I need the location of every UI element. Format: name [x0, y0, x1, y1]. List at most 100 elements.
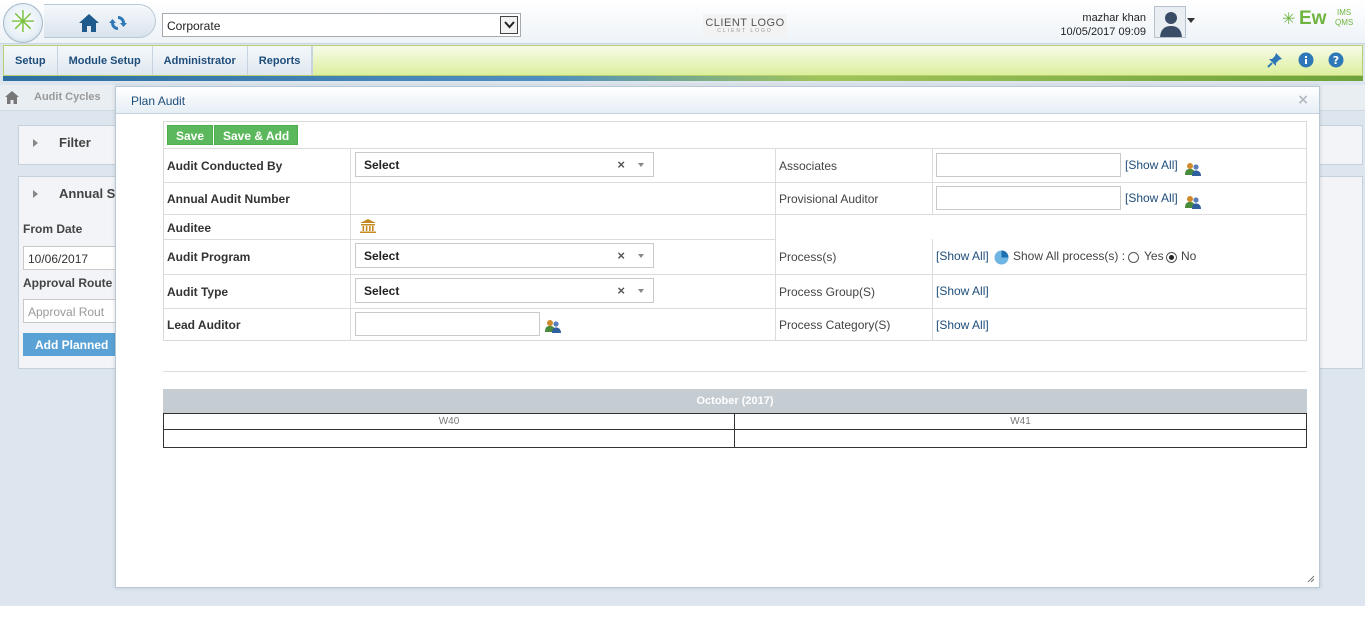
- associates-show-all-link[interactable]: [Show All]: [1125, 158, 1178, 172]
- plan-audit-form: Save Save & Add Audit Conducted By Selec…: [163, 121, 1307, 341]
- annual-schedule-title: Annual Sc: [59, 186, 123, 201]
- clear-icon[interactable]: ×: [617, 283, 625, 298]
- audit-conducted-by-label: Audit Conducted By: [167, 159, 283, 173]
- help-icon[interactable]: ?: [1328, 52, 1344, 68]
- svg-text:?: ?: [1333, 54, 1339, 67]
- column-divider: [932, 239, 933, 340]
- user-silhouette-icon: [1160, 12, 1182, 37]
- avatar[interactable]: [1154, 6, 1186, 38]
- process-category-show-all-link[interactable]: [Show All]: [936, 318, 989, 332]
- calendar-month-header: October (2017): [163, 389, 1307, 413]
- client-logo: CLIENT LOGO CLIENT LOGO: [703, 14, 787, 38]
- people-icon[interactable]: [1185, 195, 1201, 209]
- show-all-processes-yes-radio[interactable]: [1128, 252, 1139, 263]
- filter-title: Filter: [59, 135, 91, 150]
- calendar-cell-w41[interactable]: [734, 430, 1307, 448]
- annual-audit-number-label: Annual Audit Number: [167, 192, 290, 206]
- save-and-add-button[interactable]: Save & Add: [214, 125, 299, 145]
- row-divider: [164, 182, 1306, 183]
- user-menu-caret-icon[interactable]: [1187, 18, 1195, 23]
- associates-input[interactable]: [936, 153, 1121, 177]
- processes-label: Process(s): [779, 250, 837, 264]
- login-datetime: 10/05/2017 09:09: [1060, 26, 1146, 38]
- show-all-processes-no-radio[interactable]: [1166, 252, 1177, 263]
- chevron-down-icon[interactable]: [638, 254, 644, 258]
- main-nav: Setup Module Setup Administrator Reports…: [3, 45, 1363, 76]
- process-group-label: Process Group(S): [779, 285, 876, 299]
- breadcrumb-audit-cycles[interactable]: Audit Cycles: [34, 91, 101, 103]
- quick-access-bar: [44, 4, 156, 38]
- clear-icon[interactable]: ×: [617, 248, 625, 263]
- process-category-label: Process Category(S): [779, 318, 891, 332]
- user-name: mazhar khan: [1082, 12, 1146, 24]
- provisional-auditor-input[interactable]: [936, 186, 1121, 210]
- menu-administrator[interactable]: Administrator: [153, 46, 248, 75]
- process-group-show-all-link[interactable]: [Show All]: [936, 284, 989, 298]
- audit-program-select[interactable]: Select ×: [355, 243, 654, 268]
- people-icon[interactable]: [545, 319, 561, 333]
- audit-conducted-by-select[interactable]: Select ×: [355, 152, 654, 177]
- no-label: No: [1181, 249, 1197, 263]
- brand-logo: ✳ Ew IMS QMS: [1282, 8, 1354, 29]
- page-footer: [0, 606, 1365, 624]
- clear-icon[interactable]: ×: [617, 157, 625, 172]
- refresh-icon[interactable]: [108, 13, 128, 33]
- add-planned-button[interactable]: Add Planned: [23, 333, 123, 356]
- row-divider: [164, 214, 1306, 215]
- app-logo[interactable]: ✳: [3, 3, 43, 43]
- calendar-week-w41: W41: [734, 413, 1307, 430]
- people-icon[interactable]: [1185, 162, 1201, 176]
- row-divider: [164, 239, 776, 240]
- menu-reports[interactable]: Reports: [248, 46, 313, 75]
- row-divider: [164, 308, 1306, 309]
- brand-star-icon: ✳: [1282, 9, 1296, 28]
- approval-route-label: Approval Route: [23, 276, 113, 290]
- plan-audit-dialog: Plan Audit × Save Save & Add Audit Condu…: [115, 86, 1320, 588]
- section-divider: [163, 371, 1307, 372]
- column-divider: [350, 148, 351, 340]
- yes-label: Yes: [1144, 249, 1164, 263]
- chevron-down-icon[interactable]: [638, 163, 644, 167]
- calendar-cell-w40[interactable]: [163, 430, 735, 448]
- from-date-label: From Date: [23, 222, 83, 236]
- building-icon[interactable]: [360, 219, 376, 233]
- menu-module-setup[interactable]: Module Setup: [58, 46, 153, 75]
- pie-chart-icon: [994, 250, 1009, 265]
- calendar-week-w40: W40: [163, 413, 735, 430]
- row-divider: [164, 274, 1306, 275]
- home-icon[interactable]: [5, 91, 19, 104]
- audit-program-label: Audit Program: [167, 250, 251, 264]
- menu-setup[interactable]: Setup: [4, 46, 58, 75]
- save-button[interactable]: Save: [167, 125, 214, 145]
- associates-label: Associates: [779, 159, 838, 173]
- close-icon[interactable]: ×: [1297, 92, 1309, 108]
- provisional-auditor-show-all-link[interactable]: [Show All]: [1125, 191, 1178, 205]
- header-accent-strip: [3, 76, 1363, 81]
- pin-icon[interactable]: [1267, 52, 1283, 68]
- column-divider: [932, 148, 933, 214]
- info-icon[interactable]: [1298, 52, 1314, 68]
- organization-select[interactable]: Corporate: [162, 13, 521, 37]
- show-all-processes-text: Show All process(s) :: [1013, 249, 1126, 263]
- top-header: ✳ Corporate CLIENT LOGO CLIENT LOGO mazh…: [0, 0, 1365, 44]
- chevron-down-icon[interactable]: [500, 16, 518, 34]
- lead-auditor-label: Lead Auditor: [167, 318, 241, 332]
- expand-icon[interactable]: [33, 190, 38, 198]
- auditee-label: Auditee: [167, 221, 212, 235]
- processes-show-all-link[interactable]: [Show All]: [936, 249, 989, 263]
- provisional-auditor-label: Provisional Auditor: [779, 192, 879, 206]
- home-icon[interactable]: [78, 13, 100, 33]
- row-divider: [164, 148, 1306, 149]
- audit-type-select[interactable]: Select ×: [355, 278, 654, 303]
- logo-star-icon: ✳: [10, 5, 36, 40]
- audit-type-label: Audit Type: [167, 285, 229, 299]
- lead-auditor-input[interactable]: [355, 312, 540, 336]
- column-divider: [775, 148, 776, 340]
- expand-icon[interactable]: [33, 139, 38, 147]
- dialog-title: Plan Audit: [131, 94, 186, 108]
- resize-handle-icon[interactable]: [1307, 575, 1315, 583]
- from-date-input[interactable]: 10/06/2017: [23, 246, 123, 270]
- organization-value: Corporate: [167, 19, 221, 33]
- approval-route-input[interactable]: Approval Rout: [23, 299, 123, 323]
- chevron-down-icon[interactable]: [638, 289, 644, 293]
